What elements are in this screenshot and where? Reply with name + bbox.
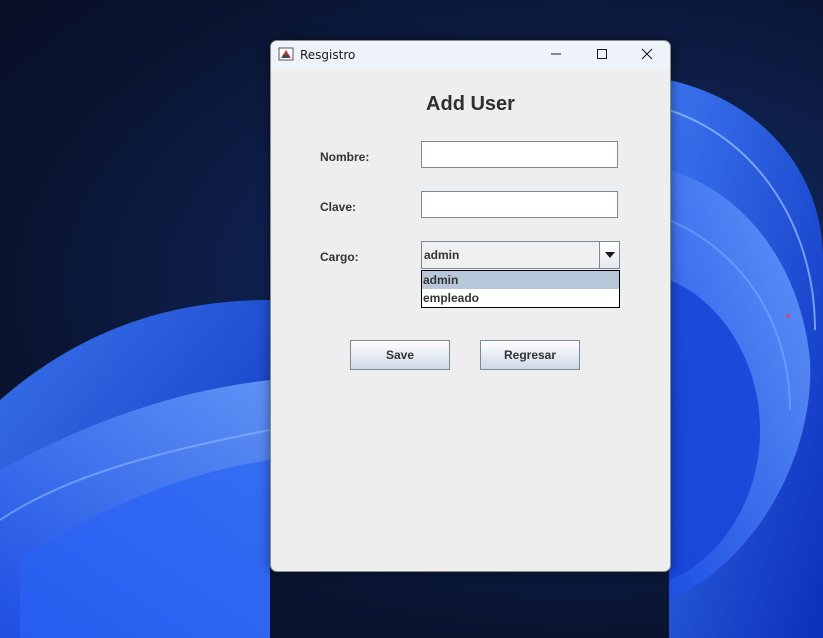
java-app-icon [278, 46, 294, 62]
cargo-combobox[interactable]: admin [421, 241, 620, 269]
cargo-selected-value: admin [424, 248, 460, 262]
regresar-button[interactable]: Regresar [480, 340, 580, 370]
chevron-down-icon [604, 252, 615, 258]
cargo-label: Cargo: [320, 250, 359, 264]
nombre-input[interactable] [421, 141, 618, 168]
cargo-dropdown-list: admin empleado [421, 270, 620, 308]
title-bar[interactable]: Resgistro [271, 41, 670, 70]
maximize-button[interactable] [579, 41, 625, 70]
maximize-icon [596, 47, 608, 65]
clave-label: Clave: [320, 200, 357, 214]
minimize-button[interactable] [533, 41, 579, 70]
close-icon [641, 47, 653, 65]
cargo-option-empleado[interactable]: empleado [422, 289, 619, 307]
registro-window: Resgistro Add User Nombre: Clave: Cargo:… [270, 40, 671, 572]
minimize-icon [550, 47, 562, 65]
save-button[interactable]: Save [350, 340, 450, 370]
window-title: Resgistro [300, 48, 356, 62]
nombre-label: Nombre: [320, 150, 370, 164]
clave-input[interactable] [421, 191, 618, 218]
cargo-option-admin[interactable]: admin [422, 271, 619, 289]
combo-dropdown-arrow[interactable] [599, 242, 619, 268]
page-title: Add User [426, 93, 515, 115]
close-button[interactable] [624, 41, 670, 70]
